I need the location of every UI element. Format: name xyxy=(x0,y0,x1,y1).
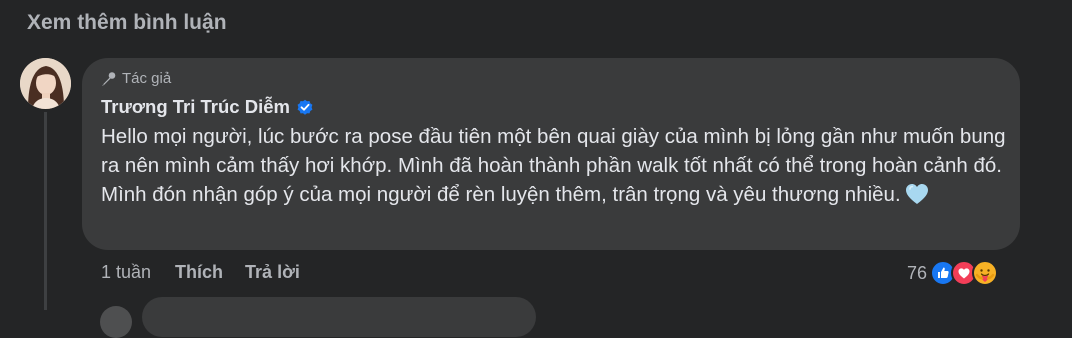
reply-avatar[interactable] xyxy=(100,306,132,338)
author-badge: Tác giả xyxy=(101,70,171,87)
comment-bubble: Tác giả Trương Tri Trúc Diễm Hello mọi n… xyxy=(82,58,1020,250)
reply-button[interactable]: Trả lời xyxy=(245,262,300,283)
verified-badge-icon xyxy=(297,99,313,115)
comment-actions: 1 tuần Thích Trả lời xyxy=(101,262,322,283)
reactions-summary[interactable]: 76 xyxy=(907,258,999,288)
microphone-icon xyxy=(102,71,116,86)
comment-text-content: Hello mọi người, lúc bước ra pose đầu ti… xyxy=(101,125,1006,206)
author-name[interactable]: Trương Tri Trúc Diễm xyxy=(101,96,290,118)
light-blue-heart-icon xyxy=(905,184,928,204)
like-button[interactable]: Thích xyxy=(175,262,223,283)
reaction-count: 76 xyxy=(907,262,928,283)
avatar[interactable] xyxy=(20,58,71,109)
thread-line xyxy=(44,112,47,310)
comment-timestamp[interactable]: 1 tuần xyxy=(101,262,151,283)
author-badge-label: Tác giả xyxy=(122,70,172,87)
see-more-comments-link[interactable]: Xem thêm bình luận xyxy=(27,11,227,35)
reaction-icons xyxy=(930,260,999,286)
care-icon xyxy=(972,260,999,286)
avatar-photo xyxy=(20,58,71,109)
reply-comment-bubble xyxy=(142,297,536,337)
author-name-row: Trương Tri Trúc Diễm xyxy=(101,96,314,118)
comment-text: Hello mọi người, lúc bước ra pose đầu ti… xyxy=(101,122,1006,209)
